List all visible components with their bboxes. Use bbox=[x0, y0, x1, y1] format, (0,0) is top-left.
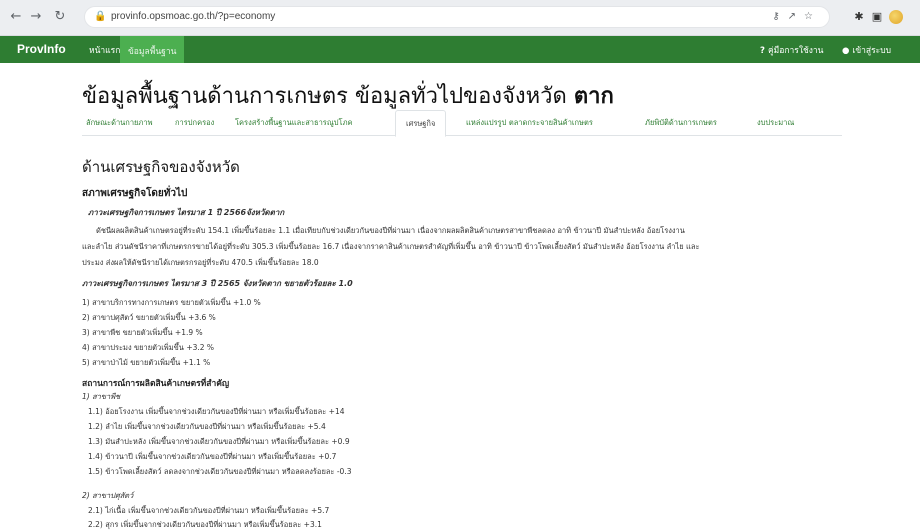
production-title: สถานการณ์การผลิตสินค้าเกษตรที่สำคัญ bbox=[82, 379, 230, 389]
crops-title: 1) สาขาพืช bbox=[82, 392, 121, 401]
login-link[interactable]: ● เข้าสู่ระบบ bbox=[842, 43, 891, 57]
tab-bar: ลักษณะด้านกายภาพ การปกครอง โครงสร้างพื้น… bbox=[82, 110, 842, 137]
list-item: 1.2) ลำไย เพิ่มขึ้นจากช่วงเดียวกันของปีท… bbox=[88, 422, 326, 431]
manual-link[interactable]: ? คู่มือการใช้งาน bbox=[760, 43, 823, 57]
page-title: ข้อมูลพื้นฐานด้านการเกษตร ข้อมูลทั่วไปขอ… bbox=[82, 78, 614, 113]
list-item: 1.1) อ้อยโรงงาน เพิ่มขึ้นจากช่วงเดียวกัน… bbox=[88, 407, 345, 416]
list-item: 5) สาขาป่าไม้ ขยายตัวเพิ่มขึ้น +1.1 % bbox=[82, 358, 211, 367]
list-item: 3) สาขาพืช ขยายตัวเพิ่มขึ้น +1.9 % bbox=[82, 328, 203, 337]
help-icon: ? bbox=[760, 46, 765, 56]
manual-label: คู่มือการใช้งาน bbox=[767, 46, 824, 56]
tab-processing-markets[interactable]: แหล่งแปรรูป ตลาดกระจายสินค้าเกษตร bbox=[466, 117, 593, 129]
user-icon: ● bbox=[842, 46, 850, 56]
sidepanel-icon[interactable]: ▣ bbox=[870, 10, 884, 24]
forward-icon[interactable]: → bbox=[28, 9, 44, 25]
tab-governance[interactable]: การปกครอง bbox=[175, 117, 214, 129]
list-item: 2) สาขาปศุสัตว์ ขยายตัวเพิ่มขึ้น +3.6 % bbox=[82, 313, 216, 322]
login-label: เข้าสู่ระบบ bbox=[852, 46, 892, 56]
list-item: 1.3) มันสำปะหลัง เพิ่มขึ้นจากช่วงเดียวกั… bbox=[88, 437, 350, 446]
nav-basic-info[interactable]: ข้อมูลพื้นฐาน bbox=[120, 36, 185, 63]
paragraph-line: ประมง ส่งผลให้ดัชนีรายได้เกษตรกรอยู่ที่ร… bbox=[82, 258, 319, 267]
list-item: 2.2) สุกร เพิ่มขึ้นจากช่วงเดียวกันของปีท… bbox=[88, 520, 322, 529]
tab-infrastructure[interactable]: โครงสร้างพื้นฐานและสาธารณูปโภค bbox=[235, 117, 353, 129]
tab-budget[interactable]: งบประมาณ bbox=[757, 117, 794, 129]
url-text: provinfo.opsmoac.go.th/?p=economy bbox=[111, 11, 276, 22]
browser-toolbar: ← → ↻ 🔒 provinfo.opsmoac.go.th/?p=econom… bbox=[0, 0, 920, 36]
tab-disasters[interactable]: ภัยพิบัติด้านการเกษตร bbox=[645, 117, 717, 129]
list-item: 1.4) ข้าวนาปี เพิ่มขึ้นจากช่วงเดียวกันขอ… bbox=[88, 452, 337, 461]
q1-title: ภาวะเศรษฐกิจการเกษตร ไตรมาส 1 ปี 2566จัง… bbox=[88, 208, 285, 217]
list-item: 1.5) ข้าวโพดเลี้ยงสัตว์ ลดลงจากช่วงเดียว… bbox=[88, 467, 352, 476]
province-name: ตาก bbox=[573, 84, 614, 109]
extension-icon[interactable]: ✱ bbox=[852, 10, 866, 24]
nav-home[interactable]: หน้าแรก bbox=[89, 43, 120, 63]
address-bar[interactable]: 🔒 provinfo.opsmoac.go.th/?p=economy ⚷↗☆ bbox=[84, 6, 830, 28]
list-item: 1) สาขาบริการทางการเกษตร ขยายตัวเพิ่มขึ้… bbox=[82, 298, 261, 307]
lock-icon: 🔒 bbox=[94, 11, 107, 22]
section-heading: ด้านเศรษฐกิจของจังหวัด bbox=[82, 158, 240, 176]
list-item: 2.1) ไก่เนื้อ เพิ่มขึ้นจากช่วงเดียวกันขอ… bbox=[88, 506, 330, 515]
tab-economy[interactable]: เศรษฐกิจ bbox=[395, 110, 447, 137]
reload-icon[interactable]: ↻ bbox=[52, 9, 68, 25]
site-navbar: ProvInfo หน้าแรก ข้อมูลพื้นฐาน ? คู่มือกา… bbox=[0, 36, 920, 63]
section-subheading: สภาพเศรษฐกิจโดยทั่วไป bbox=[82, 188, 188, 199]
address-bar-icons: ⚷↗☆ bbox=[772, 11, 821, 22]
paragraph-line: และลำไย ส่วนดัชนีราคาที่เกษตรกรขายได้อยู… bbox=[82, 242, 700, 251]
q3-title: ภาวะเศรษฐกิจการเกษตร ไตรมาส 3 ปี 2565 จั… bbox=[82, 279, 353, 288]
profile-avatar[interactable] bbox=[889, 10, 903, 24]
tab-physical[interactable]: ลักษณะด้านกายภาพ bbox=[86, 117, 153, 129]
back-icon[interactable]: ← bbox=[8, 9, 24, 25]
livestock-title: 2) สาขาปศุสัตว์ bbox=[82, 491, 134, 500]
page-title-text: ข้อมูลพื้นฐานด้านการเกษตร ข้อมูลทั่วไปขอ… bbox=[82, 84, 567, 109]
brand-logo[interactable]: ProvInfo bbox=[17, 42, 66, 56]
list-item: 4) สาขาประมง ขยายตัวเพิ่มขึ้น +3.2 % bbox=[82, 343, 215, 352]
paragraph-line: ดัชนีผลผลิตสินค้าเกษตรอยู่ที่ระดับ 154.1… bbox=[96, 226, 685, 235]
